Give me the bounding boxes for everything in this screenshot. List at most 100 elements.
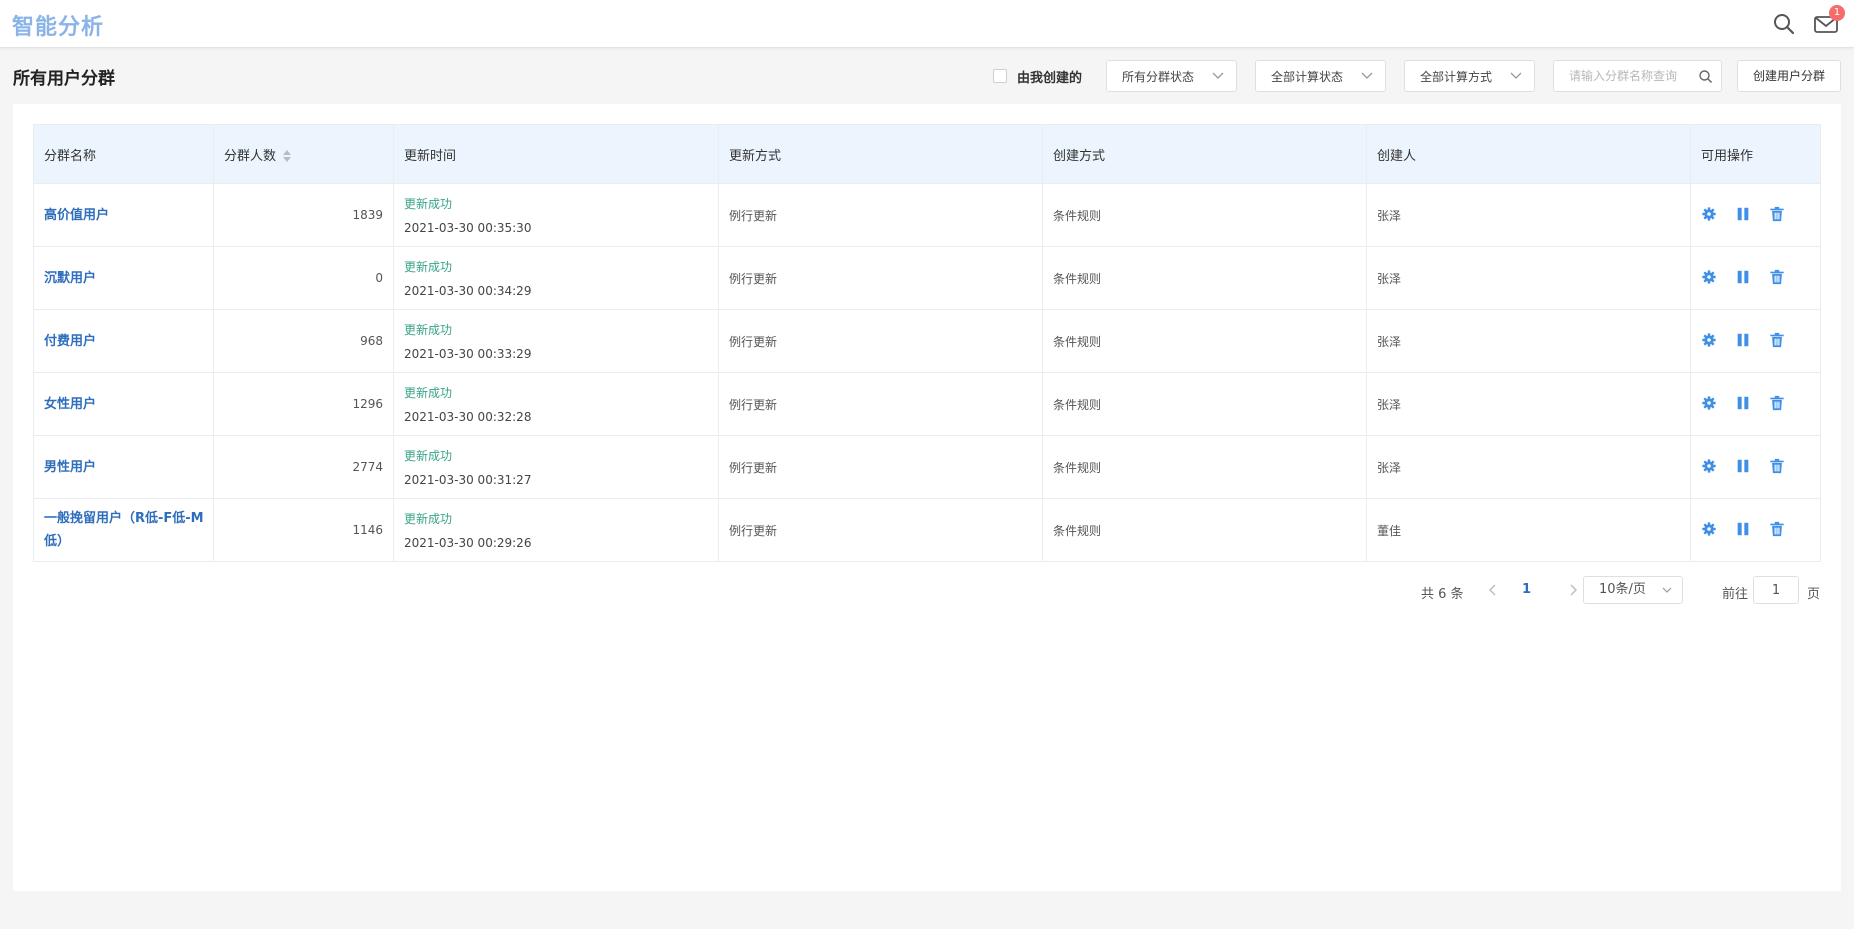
created-by-me-checkbox[interactable] bbox=[993, 69, 1007, 83]
segment-name-link[interactable]: 付费用户 bbox=[33, 309, 214, 373]
update-time-cell: 更新成功 2021-03-30 00:31:27 bbox=[393, 435, 719, 499]
update-status: 更新成功 bbox=[404, 197, 453, 211]
page-size-value: 10条/页 bbox=[1599, 582, 1646, 597]
search-icon[interactable] bbox=[1698, 69, 1713, 84]
chevron-left-icon[interactable] bbox=[1483, 580, 1503, 600]
update-time-cell: 更新成功 2021-03-30 00:29:26 bbox=[393, 498, 719, 562]
chevron-down-icon bbox=[1510, 72, 1522, 79]
trash-icon[interactable] bbox=[1769, 269, 1787, 287]
creator: 董佳 bbox=[1366, 498, 1691, 562]
pause-icon[interactable] bbox=[1735, 206, 1753, 224]
column-header-count[interactable]: 分群人数 bbox=[213, 124, 394, 184]
table-row: 男性用户 2774 更新成功 2021-03-30 00:31:27 例行更新 条件规则张… bbox=[33, 435, 1821, 499]
update-time-cell: 更新成功 2021-03-30 00:35:30 bbox=[393, 183, 719, 247]
gear-icon[interactable] bbox=[1701, 458, 1719, 476]
update-status: 更新成功 bbox=[404, 449, 453, 463]
create-method: 条件规则 bbox=[1042, 309, 1367, 373]
update-time: 2021-03-30 00:31:27 bbox=[404, 473, 532, 487]
create-method: 条件规则 bbox=[1042, 372, 1367, 436]
trash-icon[interactable] bbox=[1769, 206, 1787, 224]
creator: 张泽 bbox=[1366, 435, 1691, 499]
gear-icon[interactable] bbox=[1701, 206, 1719, 224]
segment-search-box bbox=[1553, 60, 1722, 92]
segment-name-link[interactable]: 高价值用户 bbox=[33, 183, 214, 247]
trash-icon[interactable] bbox=[1769, 521, 1787, 539]
segment-count: 2774 bbox=[213, 435, 394, 499]
segment-name-link[interactable]: 男性用户 bbox=[33, 435, 214, 499]
compute-status-value: 全部计算状态 bbox=[1271, 69, 1344, 84]
sort-icon[interactable] bbox=[282, 149, 292, 163]
gear-icon[interactable] bbox=[1701, 395, 1719, 413]
segment-status-select[interactable]: 所有分群状态 bbox=[1106, 60, 1237, 92]
table-row: 一般挽留用户（R低-F低-M低） 1146 更新成功 2021-03-30 00:29… bbox=[33, 498, 1821, 562]
update-status: 更新成功 bbox=[404, 323, 453, 337]
trash-icon[interactable] bbox=[1769, 458, 1787, 476]
update-time: 2021-03-30 00:32:28 bbox=[404, 410, 532, 424]
update-method: 例行更新 bbox=[718, 183, 1043, 247]
trash-icon[interactable] bbox=[1769, 332, 1787, 350]
update-status: 更新成功 bbox=[404, 512, 453, 526]
compute-method-select[interactable]: 全部计算方式 bbox=[1404, 60, 1535, 92]
search-icon[interactable] bbox=[1771, 11, 1797, 37]
top-bar: 智能分析 1 bbox=[0, 0, 1854, 48]
pagination-goto-input[interactable] bbox=[1753, 576, 1799, 604]
create-method: 条件规则 bbox=[1042, 498, 1367, 562]
table-row: 付费用户 968 更新成功 2021-03-30 00:33:29 例行更新 条件规则 张泽 bbox=[33, 309, 1821, 373]
create-method: 条件规则 bbox=[1042, 435, 1367, 499]
create-segment-button[interactable]: 创建用户分群 bbox=[1737, 60, 1841, 92]
update-method: 例行更新 bbox=[718, 309, 1043, 373]
segment-search-input[interactable] bbox=[1569, 61, 1699, 91]
segment-name-link[interactable]: 沉默用户 bbox=[33, 246, 214, 310]
chevron-right-icon[interactable] bbox=[1563, 580, 1583, 600]
gear-icon[interactable] bbox=[1701, 269, 1719, 287]
trash-icon[interactable] bbox=[1769, 395, 1787, 413]
segment-status-value: 所有分群状态 bbox=[1122, 69, 1195, 84]
notification-badge: 1 bbox=[1829, 5, 1845, 21]
update-method: 例行更新 bbox=[718, 372, 1043, 436]
row-actions bbox=[1701, 206, 1820, 224]
update-time: 2021-03-30 00:33:29 bbox=[404, 347, 532, 361]
content-card: 分群名称 分群人数 更新时间 更新方式 创建方式 创建人 可用操作 高价值用户 1… bbox=[13, 104, 1841, 891]
update-time-cell: 更新成功 2021-03-30 00:34:29 bbox=[393, 246, 719, 310]
update-method: 例行更新 bbox=[718, 435, 1043, 499]
segment-name-link[interactable]: 一般挽留用户（R低-F低-M低） bbox=[33, 498, 214, 562]
gear-icon[interactable] bbox=[1701, 332, 1719, 350]
pagination-current-page[interactable]: 1 bbox=[1522, 582, 1531, 597]
create-method: 条件规则 bbox=[1042, 246, 1367, 310]
compute-status-select[interactable]: 全部计算状态 bbox=[1255, 60, 1386, 92]
chevron-down-icon bbox=[1361, 72, 1373, 79]
table-row: 高价值用户 1839 更新成功 2021-03-30 00:35:30 例行更新 条件规则… bbox=[33, 183, 1821, 247]
page-title: 所有用户分群 bbox=[13, 69, 115, 89]
update-method: 例行更新 bbox=[718, 498, 1043, 562]
pause-icon[interactable] bbox=[1735, 395, 1753, 413]
chevron-down-icon bbox=[1662, 587, 1672, 593]
pagination-page-label: 页 bbox=[1807, 587, 1821, 602]
creator: 张泽 bbox=[1366, 372, 1691, 436]
pagination-goto-label: 前往 bbox=[1722, 587, 1749, 602]
pagination-total: 共 6 条 bbox=[1421, 587, 1464, 602]
create-method: 条件规则 bbox=[1042, 183, 1367, 247]
pause-icon[interactable] bbox=[1735, 458, 1753, 476]
update-time-cell: 更新成功 2021-03-30 00:33:29 bbox=[393, 309, 719, 373]
update-status: 更新成功 bbox=[404, 260, 453, 274]
segment-count: 1146 bbox=[213, 498, 394, 562]
app-title: 智能分析 bbox=[12, 15, 105, 40]
update-time-cell: 更新成功 2021-03-30 00:32:28 bbox=[393, 372, 719, 436]
segment-count: 968 bbox=[213, 309, 394, 373]
pause-icon[interactable] bbox=[1735, 521, 1753, 539]
pagination: 共 6 条 1 10条/页 前往 页 bbox=[13, 576, 1841, 606]
chevron-down-icon bbox=[1212, 72, 1224, 79]
segment-name-link[interactable]: 女性用户 bbox=[33, 372, 214, 436]
table-row: 女性用户 1296 更新成功 2021-03-30 00:32:28 例行更新 条件规则张… bbox=[33, 372, 1821, 436]
actions-cell bbox=[1690, 435, 1821, 499]
created-by-me-filter[interactable]: 由我创建的 bbox=[993, 67, 1082, 86]
mail-icon[interactable]: 1 bbox=[1813, 5, 1845, 37]
row-actions bbox=[1701, 269, 1820, 287]
pause-icon[interactable] bbox=[1735, 332, 1753, 350]
column-header-time: 更新时间 bbox=[393, 124, 719, 184]
page-size-select[interactable]: 10条/页 bbox=[1583, 576, 1683, 604]
gear-icon[interactable] bbox=[1701, 521, 1719, 539]
segment-count: 1296 bbox=[213, 372, 394, 436]
pause-icon[interactable] bbox=[1735, 269, 1753, 287]
segment-count: 0 bbox=[213, 246, 394, 310]
